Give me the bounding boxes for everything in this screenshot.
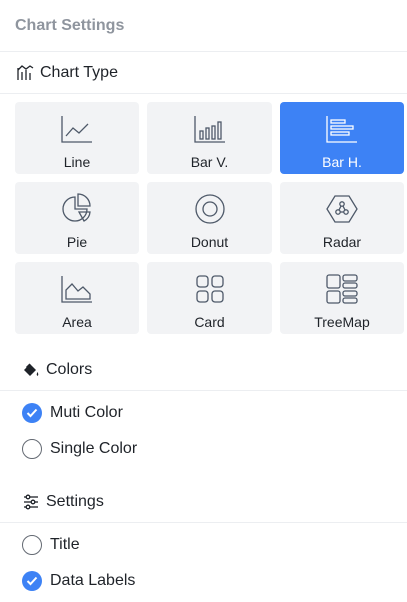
treemap-icon [325, 272, 359, 306]
chart-tile-radar[interactable]: Radar [280, 182, 404, 254]
donut-chart-icon [193, 192, 227, 226]
option-data-labels[interactable]: Data Labels [0, 563, 407, 599]
option-multi-color[interactable]: Muti Color [0, 395, 407, 431]
option-title[interactable]: Title [0, 527, 407, 563]
chart-tile-card[interactable]: Card [147, 262, 272, 334]
chart-type-label: Chart Type [40, 63, 118, 81]
settings-label: Settings [46, 492, 104, 510]
chart-type-grid: Line Bar V. Bar H. Pie Donut Radar Area … [0, 94, 407, 334]
unchecked-circle-icon[interactable] [22, 535, 42, 555]
option-label: Muti Color [50, 404, 123, 421]
tile-label: TreeMap [314, 314, 370, 330]
tile-label: Radar [322, 234, 362, 250]
chart-tile-pie[interactable]: Pie [15, 182, 139, 254]
tile-label: Donut [190, 234, 229, 250]
tile-label: Line [63, 154, 91, 170]
checked-circle-icon[interactable] [22, 403, 42, 423]
option-label: Title [50, 536, 80, 553]
option-label: Data Labels [50, 572, 136, 589]
tile-label: Pie [66, 234, 88, 250]
tile-label: Bar V. [190, 154, 229, 170]
panel-title: Chart Settings [15, 16, 125, 34]
chart-settings-panel: Chart Settings Chart Type Line Bar V. Ba… [0, 0, 407, 602]
bar-vertical-icon [193, 112, 227, 146]
option-single-color[interactable]: Single Color [0, 431, 407, 467]
paint-bucket-icon [22, 361, 40, 379]
settings-section-header: Settings [0, 481, 407, 523]
chart-tile-treemap[interactable]: TreeMap [280, 262, 404, 334]
checked-circle-icon[interactable] [22, 571, 42, 591]
tile-label: Bar H. [322, 154, 362, 170]
line-chart-icon [60, 112, 94, 146]
chart-tile-line[interactable]: Line [15, 102, 139, 174]
colors-label: Colors [46, 360, 93, 378]
chart-tile-bar-h[interactable]: Bar H. [280, 102, 404, 174]
chart-type-icon [16, 64, 34, 82]
chart-tile-donut[interactable]: Donut [147, 182, 272, 254]
option-label: Single Color [50, 440, 138, 457]
area-chart-icon [60, 272, 94, 306]
chart-type-section-header: Chart Type [0, 52, 407, 94]
tile-label: Area [62, 314, 92, 330]
radar-chart-icon [325, 192, 359, 226]
pie-chart-icon [60, 192, 94, 226]
sliders-icon [22, 493, 40, 511]
chart-tile-area[interactable]: Area [15, 262, 139, 334]
colors-section-header: Colors [0, 349, 407, 391]
chart-tile-bar-v[interactable]: Bar V. [147, 102, 272, 174]
panel-header: Chart Settings [0, 0, 407, 52]
card-icon [193, 272, 227, 306]
unchecked-circle-icon[interactable] [22, 439, 42, 459]
bar-horizontal-icon [325, 112, 359, 146]
tile-label: Card [194, 314, 225, 330]
